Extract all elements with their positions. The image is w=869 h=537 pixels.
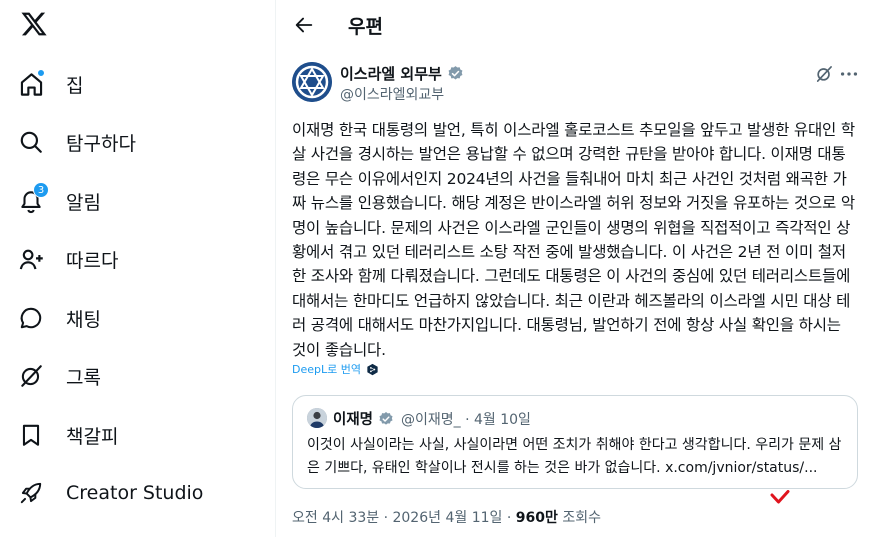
sidebar-item-follow[interactable]: 따르다 [16, 237, 118, 281]
sidebar-item-label: 알림 [66, 191, 101, 214]
quoted-date[interactable]: 4월 10일 [474, 412, 531, 428]
page-title: 우편 [348, 16, 383, 38]
author-handle[interactable]: @이스라엘외교부 [340, 84, 444, 104]
x-logo-icon[interactable] [20, 10, 48, 40]
post-detail: 우편 이스라엘 외무부 @이스라엘외교부 이재명 한국 대통령의 발언, 특히 … [276, 0, 869, 537]
avatar[interactable] [307, 408, 327, 428]
avatar[interactable] [292, 62, 332, 102]
quoted-author-handle[interactable]: @이재명_ [401, 412, 461, 428]
page-header: 우편 [276, 0, 869, 50]
separator: · [465, 412, 470, 428]
red-check-mark-icon [770, 490, 790, 504]
translate-label: DeepL로 번역 [292, 363, 361, 376]
grok-icon[interactable] [814, 64, 834, 84]
bell-icon: 3 [16, 182, 49, 216]
view-count-label: 조회수 [562, 510, 601, 526]
sidebar-item-grok[interactable]: 그록 [16, 354, 101, 398]
sidebar-item-bookmarks[interactable]: 책갈피 [16, 413, 118, 457]
sidebar-item-home[interactable]: 집 [16, 62, 83, 106]
chat-icon [16, 303, 46, 333]
search-icon [16, 127, 46, 157]
quoted-author-name-text: 이재명 [333, 412, 374, 428]
author-name-text: 이스라엘 외무부 [340, 65, 442, 83]
sidebar-item-label: 책갈피 [66, 425, 119, 448]
post-text: 이재명 한국 대통령의 발언, 특히 이스라엘 홀로코스트 추모일을 앞두고 발… [292, 121, 855, 359]
quoted-author-name[interactable]: 이재명 [333, 408, 394, 429]
bookmark-icon [16, 420, 46, 450]
quoted-post[interactable]: 이재명 @이재명_ · 4월 10일 이것이 사실이라는 사실, 사실이라면 어… [292, 395, 858, 489]
notification-dot [37, 69, 45, 77]
sidebar: 집 탐구하다 3 알림 따르다 채팅 그록 책갈피 Creator Studio [0, 0, 276, 537]
sidebar-item-label: 집 [66, 74, 84, 97]
sidebar-item-explore[interactable]: 탐구하다 [16, 120, 136, 164]
person-add-icon [16, 244, 46, 274]
sidebar-item-label: Creator Studio [66, 482, 204, 504]
notification-count-badge: 3 [33, 182, 49, 198]
post-meta: 오전 4시 33분 · 2026년 4월 11일 · 960만 조회수 [292, 507, 601, 527]
post-timestamp[interactable]: 오전 4시 33분 · 2026년 4월 11일 · [292, 510, 511, 526]
quoted-meta: @이재명_ · 4월 10일 [401, 409, 531, 429]
sidebar-item-label: 따르다 [66, 249, 119, 272]
rocket-icon [16, 478, 46, 508]
verified-badge-icon [448, 66, 463, 80]
sidebar-item-creator-studio[interactable]: Creator Studio [16, 471, 203, 515]
verified-badge-icon [379, 411, 393, 425]
sidebar-item-label: 채팅 [66, 308, 101, 331]
deepl-icon [367, 363, 378, 375]
quoted-post-text: 이것이 사실이라는 사실, 사실이라면 어떤 조치가 취해야 한다고 생각합니다… [307, 437, 842, 476]
sidebar-item-chat[interactable]: 채팅 [16, 296, 101, 340]
translate-link[interactable]: DeepL로 번역 [292, 361, 379, 377]
author-name[interactable]: 이스라엘 외무부 [340, 63, 464, 84]
view-count: 960만 [515, 510, 558, 526]
sidebar-item-label: 그록 [66, 366, 101, 389]
grok-icon [16, 361, 46, 391]
more-options-icon[interactable] [838, 64, 860, 84]
arrow-left-icon[interactable] [290, 11, 318, 39]
home-icon [16, 69, 46, 99]
sidebar-item-label: 탐구하다 [66, 132, 136, 155]
sidebar-item-notifications[interactable]: 3 알림 [16, 179, 101, 223]
